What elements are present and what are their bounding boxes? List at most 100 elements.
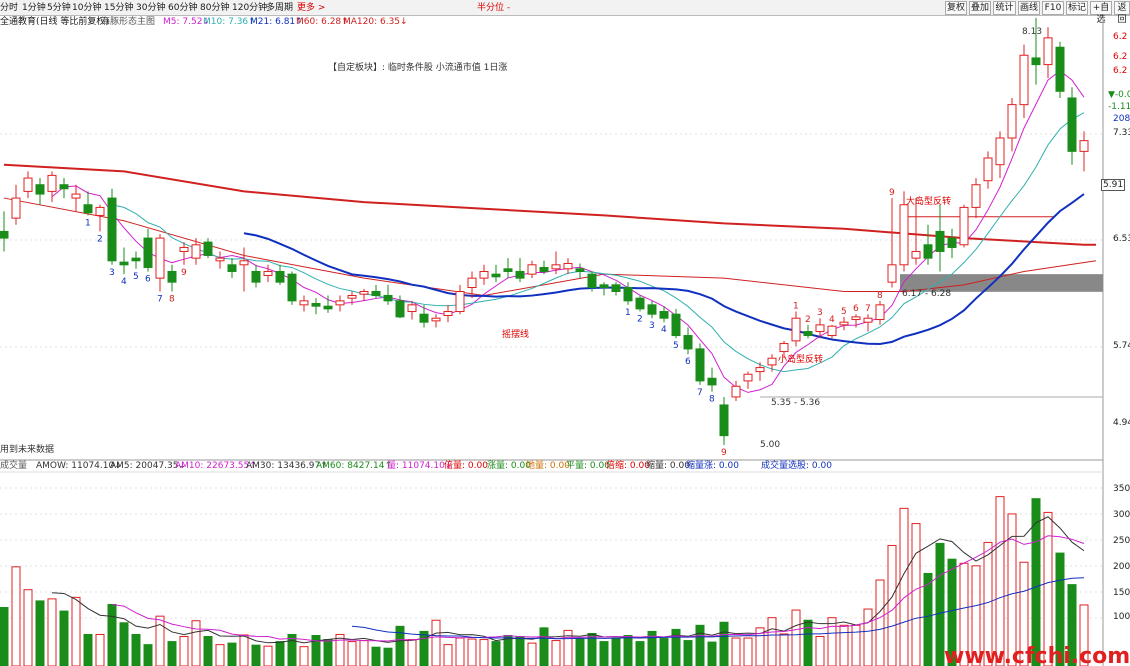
- candle-body: [347, 295, 357, 299]
- volume-tick: 35000: [1113, 484, 1130, 494]
- volume-bar: [599, 641, 609, 666]
- volume-bar: [767, 617, 777, 666]
- candle-body: [599, 284, 609, 288]
- candle-body: [179, 246, 189, 252]
- candle-body: [875, 304, 885, 321]
- volume-bar: [911, 523, 921, 666]
- sequence-count: 5: [673, 341, 679, 351]
- sequence-count: 8: [709, 395, 715, 405]
- volume-bar: [131, 633, 141, 666]
- candle-body: [287, 273, 297, 302]
- candle-body: [695, 348, 705, 382]
- volume-bar: [383, 647, 393, 666]
- candle-body: [587, 273, 597, 288]
- candle-body: [311, 303, 321, 307]
- volume-bar: [551, 640, 561, 666]
- volume-bar: [815, 636, 825, 666]
- candle-body: [983, 157, 993, 182]
- candle-body: [23, 177, 33, 192]
- side-value: 6.2: [1113, 52, 1128, 62]
- candle-body: [791, 317, 801, 342]
- candle-body: [407, 304, 417, 313]
- volume-bar: [35, 600, 45, 666]
- candle-body: [803, 331, 813, 337]
- qty-value: 量: 11074.10↓: [387, 461, 453, 471]
- sequence-count: 8: [877, 291, 883, 301]
- price-tick: 5.74: [1113, 341, 1130, 351]
- side-value: 6.2: [1113, 32, 1128, 42]
- volume-bar: [611, 637, 621, 666]
- candle-body: [491, 273, 501, 278]
- candle-body: [95, 206, 105, 216]
- candle-body: [683, 335, 693, 350]
- volume-bar: [731, 637, 741, 666]
- volume-bar: [107, 603, 117, 666]
- suo-value: 缩量: 0.00: [646, 461, 690, 471]
- candle-body: [659, 311, 669, 319]
- volume-bar: [239, 634, 249, 666]
- sequence-count: 3: [109, 268, 115, 278]
- sequence-count: 5: [133, 272, 139, 282]
- candle-body: [827, 325, 837, 337]
- candle-body: [923, 244, 933, 259]
- volume-bar: [623, 634, 633, 666]
- volume-bar: [887, 544, 897, 666]
- suofang-value: 缩量涨: 0.00: [686, 461, 739, 471]
- sequence-count: 1: [793, 302, 799, 312]
- candle-body: [1043, 37, 1053, 66]
- candle-body: [731, 385, 741, 398]
- candle-body: [539, 266, 549, 272]
- volume-bar: [23, 589, 33, 666]
- big-island-label: 大岛型反转: [906, 197, 952, 207]
- candle-body: [707, 377, 717, 386]
- volume-bar: [419, 630, 429, 666]
- sequence-count: 6: [685, 357, 691, 367]
- sequence-count: 2: [637, 315, 643, 325]
- volume-bar: [707, 641, 717, 666]
- volume-bar: [359, 640, 369, 666]
- volume-bar: [443, 644, 453, 666]
- candle-body: [815, 324, 825, 333]
- volume-info-bar: 成交量 AMOW: 11074.10↓ AM5: 20047.35↓ AM10:…: [0, 460, 1103, 472]
- candle-body: [275, 270, 285, 283]
- candle-body: [719, 404, 729, 437]
- candle-body: [227, 264, 237, 272]
- volume-tick: 20000: [1113, 562, 1130, 572]
- candle-body: [383, 295, 393, 302]
- candle-body: [947, 237, 957, 248]
- volume-bar: [899, 507, 909, 666]
- price-tick: 6.53: [1113, 234, 1130, 244]
- sequence-count: 4: [829, 315, 835, 325]
- sequence-count: 4: [661, 325, 667, 335]
- candle-body: [647, 304, 657, 315]
- volume-bar: [323, 639, 333, 666]
- volume-bar: [47, 598, 57, 666]
- candle-body: [551, 264, 561, 270]
- sequence-count: 9: [181, 268, 187, 278]
- volume-tick: 30000: [1113, 510, 1130, 520]
- candle-body: [911, 250, 921, 259]
- candle-body: [779, 343, 789, 353]
- candle-body: [863, 317, 873, 323]
- volume-bar: [467, 638, 477, 666]
- candle-body: [455, 290, 465, 313]
- volume-bar: [431, 619, 441, 666]
- sequence-count: 2: [97, 234, 103, 244]
- candle-body: [47, 174, 57, 192]
- candle-body: [335, 300, 345, 306]
- volume-title[interactable]: 成交量: [0, 460, 27, 472]
- volume-bar: [71, 596, 81, 666]
- volume-bar: [503, 634, 513, 666]
- volume-bar: [875, 579, 885, 666]
- di-value: 地量: 0.00: [526, 461, 570, 471]
- candle-body: [143, 237, 153, 268]
- high-marker-label: 8.13: [1022, 27, 1043, 37]
- candle-body: [503, 268, 513, 272]
- candle-body: [635, 297, 645, 310]
- volume-bar: [479, 639, 489, 666]
- candle-body: [11, 197, 21, 219]
- price-chart[interactable]: 12345 67 89123 45678912345 6 789: [0, 0, 1130, 666]
- volume-bar: [83, 633, 93, 666]
- volume-bar: [11, 566, 21, 666]
- candle-body: [899, 204, 909, 266]
